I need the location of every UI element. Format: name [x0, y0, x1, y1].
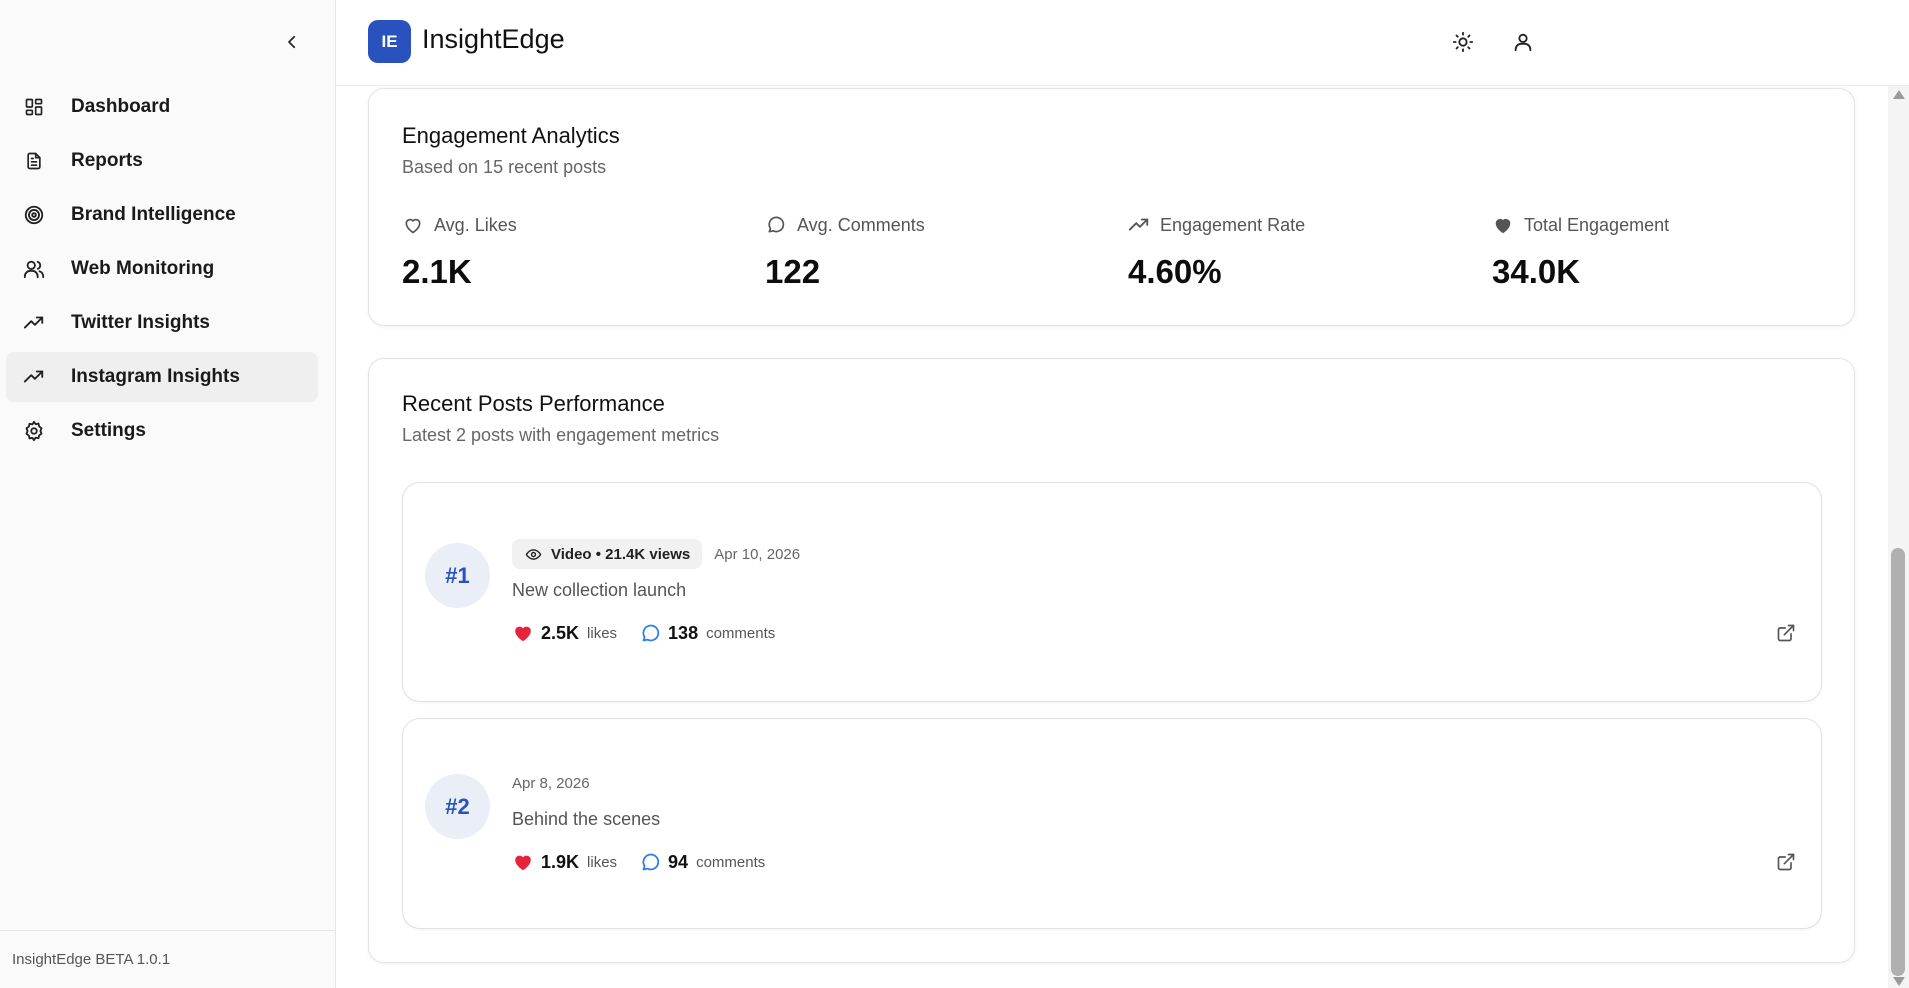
recent-posts-card: Recent Posts Performance Latest 2 posts … [368, 358, 1855, 963]
sidebar: Dashboard Reports Brand Intelligence Web… [0, 0, 336, 988]
metric-value: 122 [765, 253, 821, 290]
user-icon [1514, 33, 1532, 52]
metric-engagement-rate: Engagement Rate 4.60% [1128, 213, 1458, 291]
page-scrollbar[interactable] [1888, 86, 1909, 988]
top-header: IE InsightEdge [336, 0, 1909, 86]
metric-label: Engagement Rate [1160, 214, 1306, 235]
engagement-analytics-card: Engagement Analytics Based on 15 recent … [368, 88, 1855, 326]
metric-total-engagement: Total Engagement 34.0K [1492, 213, 1822, 291]
comments-label: comments [706, 624, 776, 642]
sidebar-item-label: Instagram Insights [71, 366, 240, 387]
open-post-link[interactable] [1773, 849, 1799, 875]
post-date: Apr 8, 2026 [512, 775, 590, 792]
likes-count: 2.5K [541, 622, 580, 643]
sidebar-item-twitter-insights[interactable]: Twitter Insights [6, 298, 318, 348]
heart-icon [512, 851, 534, 873]
eye-icon [524, 545, 542, 563]
scroll-thumb[interactable] [1891, 548, 1905, 976]
card-subtitle: Based on 15 recent posts [402, 157, 607, 177]
sidebar-nav: Dashboard Reports Brand Intelligence Web… [6, 82, 318, 460]
sidebar-item-label: Settings [71, 420, 146, 441]
comment-icon [765, 214, 787, 236]
post-card[interactable]: #2 Apr 8, 2026 Behind the scenes 1.9K li… [402, 718, 1822, 929]
metric-value: 34.0K [1492, 253, 1581, 290]
post-caption: Behind the scenes [512, 809, 661, 829]
sidebar-item-reports[interactable]: Reports [6, 136, 318, 186]
post-date: Apr 10, 2026 [714, 545, 801, 563]
comments-count: 138 [668, 622, 699, 643]
chevron-left-icon [288, 35, 296, 49]
metric-label: Avg. Comments [797, 214, 925, 235]
comment-icon [639, 622, 661, 644]
scroll-up-arrow[interactable] [1893, 90, 1905, 99]
post-type-label: Video • 21.4K views [551, 545, 691, 563]
external-link-icon [1777, 853, 1795, 871]
sidebar-item-dashboard[interactable]: Dashboard [6, 82, 318, 132]
trending-up-icon [1128, 214, 1150, 236]
likes-label: likes [587, 853, 618, 871]
dashboard-icon [22, 95, 46, 119]
target-icon [22, 203, 46, 227]
sidebar-item-label: Twitter Insights [71, 312, 210, 333]
sidebar-item-label: Reports [71, 150, 143, 171]
card-title: Engagement Analytics [402, 123, 620, 148]
user-menu-button[interactable] [1508, 27, 1538, 57]
app-title[interactable]: InsightEdge [422, 24, 565, 55]
version-label: InsightEdge BETA 1.0.1 [0, 930, 335, 988]
sidebar-item-label: Web Monitoring [71, 258, 215, 279]
trending-up-icon [22, 365, 46, 389]
open-post-link[interactable] [1773, 620, 1799, 646]
app-logo[interactable]: IE [368, 20, 411, 63]
trending-up-icon [22, 311, 46, 335]
post-rank-badge: #2 [425, 774, 490, 839]
metric-value: 4.60% [1128, 253, 1222, 290]
sun-icon [1452, 31, 1474, 53]
heart-filled-icon [1492, 214, 1514, 236]
post-caption: New collection launch [512, 580, 687, 600]
gear-icon [22, 419, 46, 443]
likes-label: likes [587, 624, 618, 642]
likes-count: 1.9K [541, 851, 580, 872]
post-card[interactable]: #1 Video • 21.4K views Apr 10, 2026 New … [402, 482, 1822, 702]
metric-label: Total Engagement [1524, 214, 1670, 235]
comments-label: comments [696, 853, 766, 871]
sidebar-item-settings[interactable]: Settings [6, 406, 318, 456]
heart-icon [512, 622, 534, 644]
metric-value: 2.1K [402, 253, 472, 290]
metric-avg-comments: Avg. Comments 122 [765, 213, 1095, 291]
post-rank-badge: #1 [425, 543, 490, 608]
metric-avg-likes: Avg. Likes 2.1K [402, 213, 732, 291]
sidebar-item-instagram-insights[interactable]: Instagram Insights [6, 352, 318, 402]
post-type-badge: Video • 21.4K views [512, 539, 703, 569]
comments-count: 94 [668, 851, 689, 872]
theme-toggle-button[interactable] [1448, 27, 1478, 57]
document-icon [22, 149, 46, 173]
sidebar-item-label: Dashboard [71, 96, 171, 117]
users-icon [22, 257, 46, 281]
external-link-icon [1777, 624, 1795, 642]
card-title: Recent Posts Performance [402, 391, 665, 416]
collapse-sidebar-button[interactable] [278, 28, 306, 56]
sidebar-item-web-monitoring[interactable]: Web Monitoring [6, 244, 318, 294]
sidebar-item-label: Brand Intelligence [71, 204, 236, 225]
card-subtitle: Latest 2 posts with engagement metrics [402, 425, 720, 445]
comment-icon [639, 851, 661, 873]
sidebar-item-brand-intelligence[interactable]: Brand Intelligence [6, 190, 318, 240]
metric-label: Avg. Likes [434, 214, 517, 235]
scroll-down-arrow[interactable] [1893, 977, 1905, 986]
heart-outline-icon [402, 214, 424, 236]
